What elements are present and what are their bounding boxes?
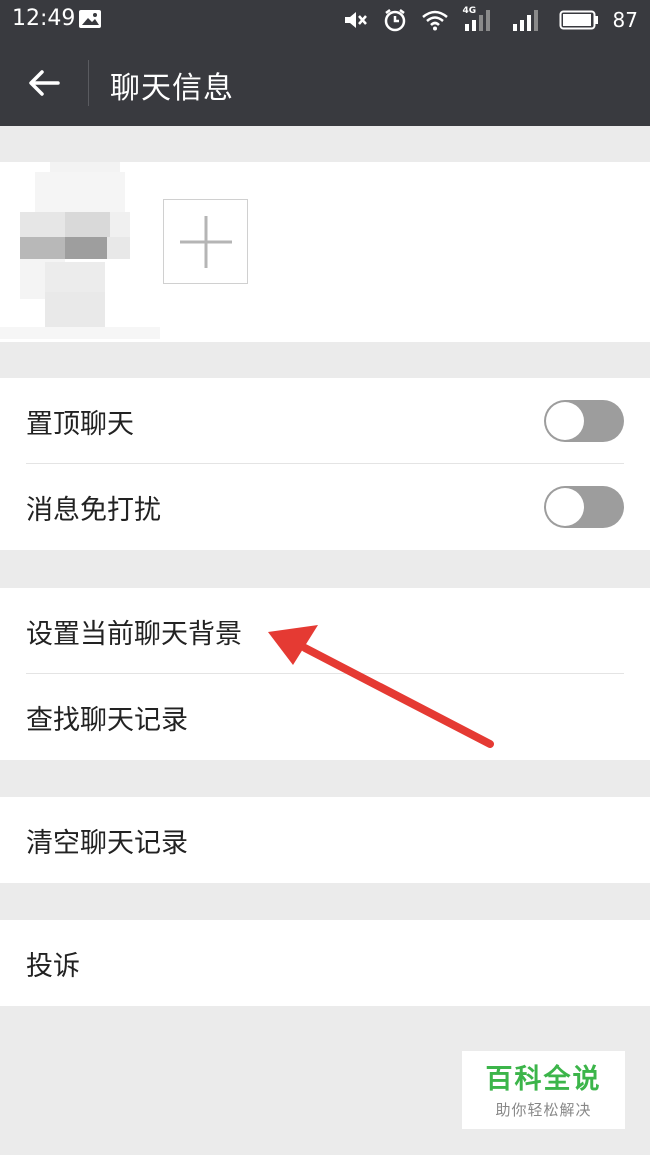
- pin-chat-row[interactable]: 置顶聊天: [0, 378, 650, 464]
- clear-chat-history-label: 清空聊天记录: [26, 828, 188, 859]
- settings-group-clear: 清空聊天记录: [0, 797, 650, 883]
- image-notification-icon: [79, 10, 101, 28]
- mute-notifications-label: 消息免打扰: [26, 495, 161, 526]
- watermark-title: 百科全说: [485, 1064, 602, 1095]
- report-label: 投诉: [26, 951, 80, 982]
- battery-level: 87: [612, 8, 638, 32]
- watermark-logo: 百科全说 助你轻松解决: [462, 1051, 625, 1129]
- search-chat-history-row[interactable]: 查找聊天记录: [0, 674, 650, 760]
- report-row[interactable]: 投诉: [0, 920, 650, 1006]
- add-member-button[interactable]: [163, 199, 248, 284]
- wifi-icon: [421, 10, 448, 31]
- battery-icon: [559, 10, 598, 30]
- search-chat-history-label: 查找聊天记录: [26, 705, 188, 736]
- plus-icon: [180, 216, 232, 268]
- settings-group-chat: 设置当前聊天背景 查找聊天记录: [0, 588, 650, 760]
- toggle-knob: [546, 488, 584, 526]
- watermark-subtitle: 助你轻松解决: [495, 1101, 592, 1119]
- pin-chat-label: 置顶聊天: [26, 409, 134, 440]
- status-bar: 12:49 4G 87: [0, 0, 650, 40]
- settings-group-pin-mute: 置顶聊天 消息免打扰: [0, 378, 650, 550]
- signal-icon: [512, 10, 538, 31]
- set-chat-background-label: 设置当前聊天背景: [26, 619, 242, 650]
- alarm-icon: [384, 9, 405, 32]
- signal-4g-icon: 4G: [463, 6, 497, 32]
- settings-group-report: 投诉: [0, 920, 650, 1006]
- mute-icon: [344, 12, 367, 28]
- status-time: 12:49: [12, 6, 76, 31]
- avatar[interactable]: [0, 162, 170, 342]
- app-bar: 聊天信息: [0, 40, 650, 126]
- member-grid: [0, 162, 650, 342]
- mute-notifications-toggle[interactable]: [544, 486, 624, 528]
- arrow-left-icon[interactable]: [24, 63, 64, 103]
- mute-notifications-row[interactable]: 消息免打扰: [0, 464, 650, 550]
- pin-chat-toggle[interactable]: [544, 400, 624, 442]
- set-chat-background-row[interactable]: 设置当前聊天背景: [0, 588, 650, 674]
- page-title: 聊天信息: [110, 71, 234, 106]
- toggle-knob: [546, 402, 584, 440]
- app-bar-divider: [88, 60, 89, 106]
- clear-chat-history-row[interactable]: 清空聊天记录: [0, 797, 650, 883]
